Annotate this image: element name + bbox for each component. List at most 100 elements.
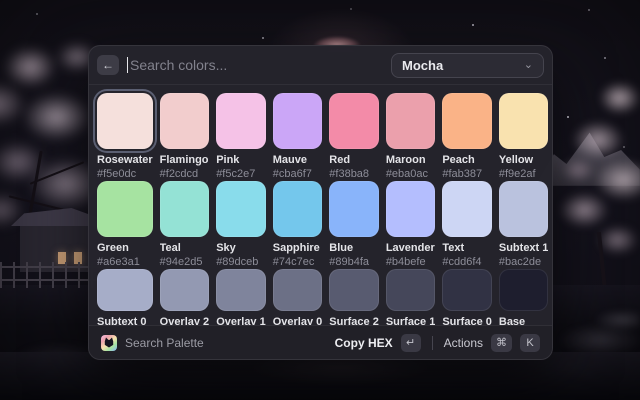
search-input[interactable]	[130, 57, 383, 73]
swatch-hex: #eba0ac	[386, 168, 436, 181]
color-swatch-cell[interactable]: Sapphire#74c7ec	[273, 181, 323, 269]
color-swatch-cell[interactable]: Subtext 1#bac2de	[499, 181, 549, 269]
color-swatch	[499, 269, 549, 311]
swatch-hex: #fab387	[442, 168, 492, 181]
swatch-name: Overlay 1	[216, 316, 266, 325]
color-swatch	[160, 269, 210, 311]
color-swatch-cell[interactable]: Mauve#cba6f7	[273, 93, 323, 181]
enter-key-icon[interactable]: ↵	[401, 334, 421, 352]
swatch-name: Blue	[329, 242, 379, 255]
swatch-name: Rosewater	[97, 154, 153, 167]
swatch-name: Flamingo	[160, 154, 210, 167]
color-swatch-cell[interactable]: Base	[499, 269, 549, 325]
swatch-name: Teal	[160, 242, 210, 255]
color-swatch	[273, 93, 323, 149]
swatch-name: Yellow	[499, 154, 549, 167]
swatch-name: Mauve	[273, 154, 323, 167]
swatch-hex: #89dceb	[216, 256, 266, 269]
cherry-tree-right	[548, 58, 640, 273]
color-swatch-cell[interactable]: Peach#fab387	[442, 93, 492, 181]
swatch-name: Green	[97, 242, 153, 255]
stars	[0, 0, 2, 2]
color-swatch-cell[interactable]: Sky#89dceb	[216, 181, 266, 269]
swatch-name: Lavender	[386, 242, 436, 255]
color-swatch-cell[interactable]: Overlay 2	[160, 269, 210, 325]
color-swatch	[386, 93, 436, 149]
cmd-key-icon[interactable]: ⌘	[491, 334, 512, 352]
color-swatch-cell[interactable]: Surface 2	[329, 269, 379, 325]
swatch-name: Sapphire	[273, 242, 323, 255]
chevron-down-icon: ⌄	[524, 60, 533, 70]
swatch-name: Subtext 0	[97, 316, 153, 325]
color-swatch-cell[interactable]: Green#a6e3a1	[97, 181, 153, 269]
color-swatch	[97, 269, 153, 311]
color-swatch	[329, 181, 379, 237]
color-swatch-cell[interactable]: Red#f38ba8	[329, 93, 379, 181]
color-swatch	[442, 269, 492, 311]
swatch-name: Overlay 2	[160, 316, 210, 325]
catppuccin-logo-icon	[101, 335, 117, 351]
text-caret	[127, 57, 128, 73]
color-swatch-cell[interactable]: Overlay 1	[216, 269, 266, 325]
extension-name: Search Palette	[125, 336, 204, 350]
color-swatch-cell[interactable]: Flamingo#f2cdcd	[160, 93, 210, 181]
back-button[interactable]: ←	[97, 55, 119, 75]
color-swatch-cell[interactable]: Surface 1	[386, 269, 436, 325]
color-swatch-cell[interactable]: Lavender#b4befe	[386, 181, 436, 269]
color-swatch	[97, 181, 153, 237]
moon-reflection	[250, 356, 430, 386]
color-swatch	[442, 93, 492, 149]
color-swatch	[160, 93, 210, 149]
color-swatch	[386, 181, 436, 237]
color-swatch-cell[interactable]: Teal#94e2d5	[160, 181, 210, 269]
color-swatch-cell[interactable]: Text#cdd6f4	[442, 181, 492, 269]
back-arrow-icon: ←	[102, 58, 114, 72]
color-swatch	[499, 181, 549, 237]
color-swatch-cell[interactable]: Rosewater#f5e0dc	[97, 93, 153, 181]
swatch-hex: #cdd6f4	[442, 256, 492, 269]
color-swatch	[329, 269, 379, 311]
swatch-hex: #cba6f7	[273, 168, 323, 181]
swatch-hex: #f2cdcd	[160, 168, 210, 181]
color-swatch-cell[interactable]: Pink#f5c2e7	[216, 93, 266, 181]
color-swatch-cell[interactable]: Surface 0	[442, 269, 492, 325]
swatch-hex: #f9e2af	[499, 168, 549, 181]
color-swatch-cell[interactable]: Yellow#f9e2af	[499, 93, 549, 181]
flavor-dropdown[interactable]: Mocha ⌄	[391, 53, 544, 78]
color-swatch	[216, 93, 266, 149]
swatch-name: Red	[329, 154, 379, 167]
color-swatch	[216, 181, 266, 237]
search-field-wrap	[127, 57, 383, 73]
color-swatch-cell[interactable]: Maroon#eba0ac	[386, 93, 436, 181]
color-grid: Rosewater#f5e0dcFlamingo#f2cdcdPink#f5c2…	[89, 85, 552, 325]
footer-divider	[432, 336, 433, 350]
swatch-name: Surface 0	[442, 316, 492, 325]
swatch-name: Text	[442, 242, 492, 255]
actions-button[interactable]: Actions	[444, 336, 483, 350]
swatch-name: Maroon	[386, 154, 436, 167]
color-swatch-cell[interactable]: Blue#89b4fa	[329, 181, 379, 269]
swatch-hex: #74c7ec	[273, 256, 323, 269]
flavor-dropdown-value: Mocha	[402, 58, 443, 73]
copy-hex-button[interactable]: Copy HEX	[335, 336, 393, 350]
k-key-icon[interactable]: K	[520, 334, 540, 352]
color-swatch-cell[interactable]: Subtext 0	[97, 269, 153, 325]
color-swatch	[329, 93, 379, 149]
swatch-name: Base	[499, 316, 549, 325]
search-header: ← Mocha ⌄	[89, 46, 552, 85]
color-swatch	[386, 269, 436, 311]
swatch-name: Surface 1	[386, 316, 436, 325]
swatch-name: Peach	[442, 154, 492, 167]
color-swatch	[273, 181, 323, 237]
color-swatch	[499, 93, 549, 149]
color-swatch-cell[interactable]: Overlay 0	[273, 269, 323, 325]
swatch-name: Sky	[216, 242, 266, 255]
color-swatch	[273, 269, 323, 311]
color-swatch	[216, 269, 266, 311]
color-search-window: ← Mocha ⌄ Rosewater#f5e0dcFlamingo#f2cdc…	[88, 45, 553, 360]
swatch-hex: #bac2de	[499, 256, 549, 269]
swatch-name: Overlay 0	[273, 316, 323, 325]
color-swatch	[97, 93, 153, 149]
swatch-hex: #f5c2e7	[216, 168, 266, 181]
swatch-hex: #89b4fa	[329, 256, 379, 269]
